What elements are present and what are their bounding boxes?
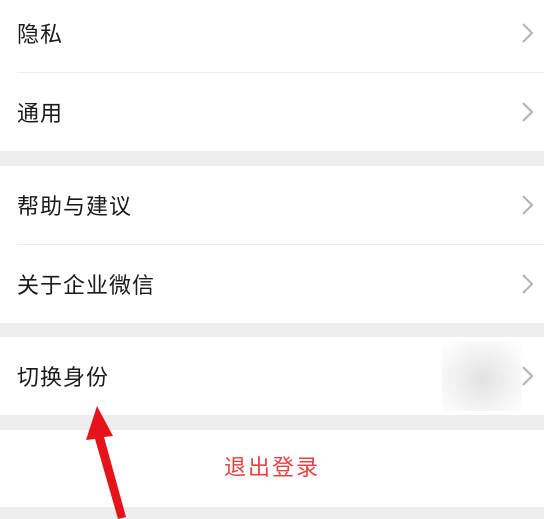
settings-item-label: 关于企业微信	[17, 274, 156, 299]
settings-group-general: 隐私 通用	[0, 0, 544, 151]
settings-item-label: 切换身份	[17, 366, 110, 391]
settings-page: 隐私 通用 帮助与建议 关于企业微信 切换身份 退出登录	[0, 0, 544, 519]
settings-item-label: 通用	[17, 102, 64, 127]
settings-item-about[interactable]: 关于企业微信	[0, 245, 544, 323]
settings-item-label: 隐私	[17, 23, 64, 48]
chevron-right-icon	[522, 102, 534, 122]
logout-label: 退出登录	[223, 456, 320, 481]
settings-item-help-feedback[interactable]: 帮助与建议	[0, 166, 544, 244]
chevron-right-icon	[522, 274, 534, 294]
chevron-right-icon	[522, 195, 534, 215]
settings-group-help: 帮助与建议 关于企业微信	[0, 166, 544, 323]
blurred-identity-value	[442, 341, 522, 411]
chevron-right-icon	[522, 366, 534, 386]
settings-item-general[interactable]: 通用	[0, 73, 544, 151]
red-pointer-arrow-icon	[86, 406, 126, 519]
settings-item-label: 帮助与建议	[17, 195, 133, 220]
chevron-right-icon	[522, 23, 534, 43]
settings-item-privacy[interactable]: 隐私	[0, 0, 544, 72]
